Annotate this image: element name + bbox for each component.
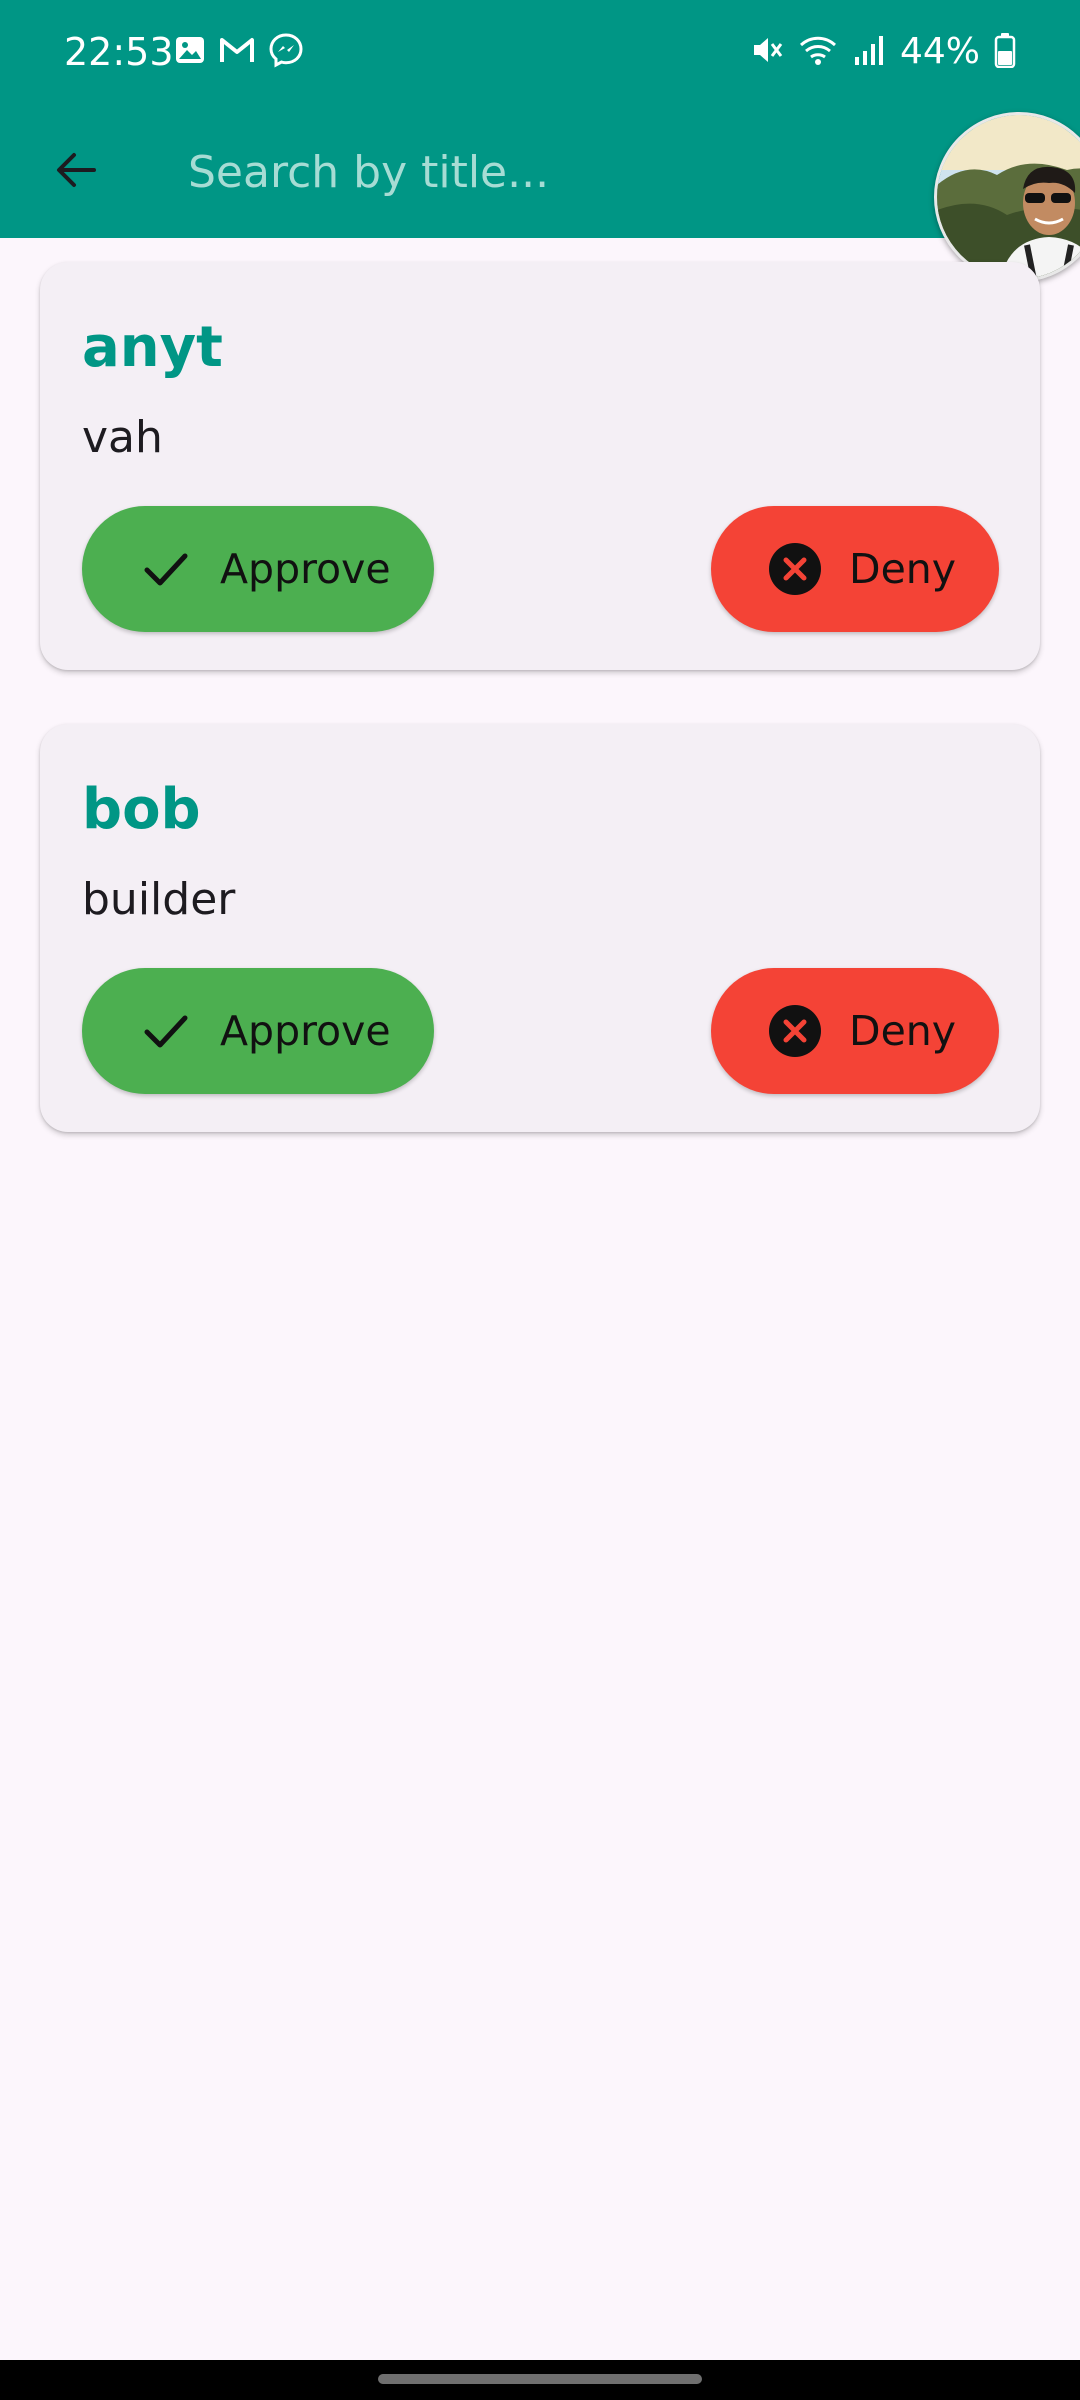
- battery-level: 44%: [899, 31, 980, 72]
- home-gesture-handle[interactable]: [378, 2374, 702, 2384]
- wifi-icon: [798, 33, 838, 71]
- gallery-icon: [174, 34, 206, 70]
- request-card: anyt vah Approve Deny: [40, 262, 1040, 670]
- status-bar: 22:53 44%: [0, 0, 1080, 106]
- request-description: vah: [82, 412, 163, 463]
- gmail-icon: [218, 34, 256, 70]
- system-icons: 44%: [750, 26, 1016, 78]
- check-icon: [138, 541, 194, 597]
- approve-label: Approve: [220, 545, 391, 593]
- approve-label: Approve: [220, 1007, 391, 1055]
- request-title: anyt: [82, 315, 223, 380]
- deny-label: Deny: [849, 545, 957, 593]
- mute-icon: [750, 33, 784, 71]
- deny-button[interactable]: Deny: [711, 968, 999, 1094]
- battery-icon: [994, 32, 1016, 72]
- request-card: bob builder Approve Deny: [40, 724, 1040, 1132]
- system-nav-bar: [0, 2360, 1080, 2400]
- request-description: builder: [82, 874, 236, 925]
- cancel-icon: [767, 1003, 823, 1059]
- deny-label: Deny: [849, 1007, 957, 1055]
- approve-button[interactable]: Approve: [82, 506, 434, 632]
- notification-icons: [174, 32, 304, 72]
- status-time: 22:53: [64, 30, 174, 74]
- arrow-back-icon: [52, 146, 100, 198]
- check-icon: [138, 1003, 194, 1059]
- back-button[interactable]: [36, 132, 116, 212]
- app-bar: [0, 106, 1080, 238]
- cancel-icon: [767, 541, 823, 597]
- approve-button[interactable]: Approve: [82, 968, 434, 1094]
- request-title: bob: [82, 777, 201, 842]
- signal-icon: [852, 33, 886, 71]
- deny-button[interactable]: Deny: [711, 506, 999, 632]
- search-input[interactable]: [188, 136, 908, 208]
- messenger-icon: [268, 32, 304, 72]
